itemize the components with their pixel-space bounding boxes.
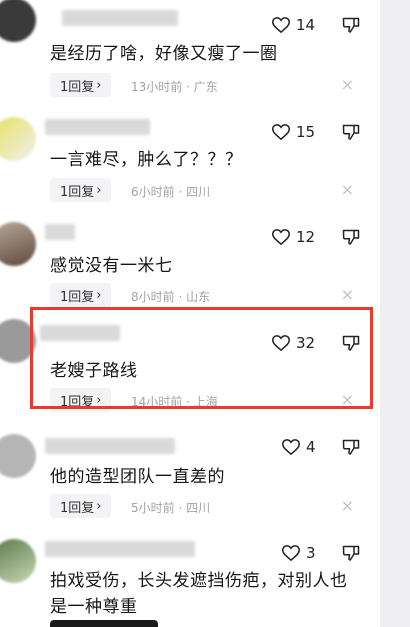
comment-meta: 13小时前 · 广东 xyxy=(131,80,218,94)
like-count: 14 xyxy=(296,16,316,34)
like-button[interactable]: 15 xyxy=(272,123,315,141)
thumbs-down-outline-icon[interactable] xyxy=(342,438,360,455)
username-blurred[interactable] xyxy=(45,224,75,240)
close-icon[interactable]: × xyxy=(341,75,354,94)
avatar[interactable] xyxy=(0,222,36,266)
like-count: 4 xyxy=(306,438,316,456)
comment-text: 他的造型团队一直差的 xyxy=(50,467,225,487)
heart-outline-icon xyxy=(282,439,300,455)
thumbs-down-outline-icon[interactable] xyxy=(342,544,360,561)
username-blurred[interactable] xyxy=(45,119,150,135)
chevron-right-icon: › xyxy=(96,287,102,303)
highlight-box xyxy=(30,307,373,409)
reply-label: 1回复 xyxy=(60,500,95,516)
comment-text: 一言难尽，肿么了？？？ xyxy=(50,150,243,170)
like-button[interactable]: 4 xyxy=(282,438,316,456)
comment-item: 14 是经历了啥，好像又瘦了一圈 1回复 › 13小时前 · 广东 × xyxy=(0,0,380,105)
close-icon[interactable]: × xyxy=(341,180,354,199)
comment-meta: 5小时前 · 四川 xyxy=(131,501,211,515)
avatar[interactable] xyxy=(0,117,36,161)
heart-outline-icon xyxy=(272,17,290,33)
like-button[interactable]: 14 xyxy=(272,16,315,34)
comment-item: 12 感觉没有一米七 1回复 › 8小时前 · 山东 × xyxy=(0,210,380,307)
right-edge-panel xyxy=(380,0,410,627)
thumbs-down-outline-icon[interactable] xyxy=(342,16,360,33)
chevron-right-icon: › xyxy=(96,498,102,514)
thumbs-down-outline-icon[interactable] xyxy=(342,228,360,245)
like-button[interactable]: 3 xyxy=(282,544,316,562)
reply-button[interactable]: 1回复 › xyxy=(50,178,112,202)
reply-button[interactable]: 1回复 › xyxy=(50,494,112,518)
comment-meta: 8小时前 · 山东 xyxy=(131,290,211,304)
like-count: 15 xyxy=(296,123,316,141)
reply-label: 1回复 xyxy=(60,184,95,200)
heart-outline-icon xyxy=(272,124,290,140)
reply-button[interactable]: 1回复 › xyxy=(50,283,112,307)
avatar[interactable] xyxy=(0,539,36,583)
heart-outline-icon xyxy=(272,229,290,245)
close-icon[interactable]: × xyxy=(341,496,354,515)
comment-text: 感觉没有一米七 xyxy=(50,256,173,276)
comment-meta: 6小时前 · 四川 xyxy=(131,185,211,199)
reply-label: 1回复 xyxy=(60,289,95,305)
comment-text: 拍戏受伤，长头发遮挡伤疤，对别人也是一种尊重 xyxy=(50,571,348,617)
chevron-right-icon: › xyxy=(96,77,102,93)
heart-outline-icon xyxy=(282,545,300,561)
avatar[interactable] xyxy=(0,0,36,42)
comment-item: 15 一言难尽，肿么了？？？ 1回复 › 6小时前 · 四川 × xyxy=(0,105,380,210)
like-button[interactable]: 12 xyxy=(272,228,315,246)
reply-button[interactable]: 1回复 › xyxy=(50,73,112,97)
avatar[interactable] xyxy=(0,434,36,478)
comment-text: 是经历了啥，好像又瘦了一圈 xyxy=(50,44,278,64)
username-blurred[interactable] xyxy=(45,438,175,454)
username-blurred[interactable] xyxy=(62,10,178,26)
bottom-bar xyxy=(50,620,158,627)
username-blurred[interactable] xyxy=(45,541,195,557)
like-count: 12 xyxy=(296,228,316,246)
like-count: 3 xyxy=(306,544,316,562)
close-icon[interactable]: × xyxy=(341,285,354,304)
comment-item: 3 拍戏受伤，长头发遮挡伤疤，对别人也是一种尊重 xyxy=(0,525,380,627)
chevron-right-icon: › xyxy=(96,182,102,198)
comment-item: 4 他的造型团队一直差的 1回复 › 5小时前 · 四川 × xyxy=(0,420,380,525)
reply-label: 1回复 xyxy=(60,79,95,95)
thumbs-down-outline-icon[interactable] xyxy=(342,123,360,140)
